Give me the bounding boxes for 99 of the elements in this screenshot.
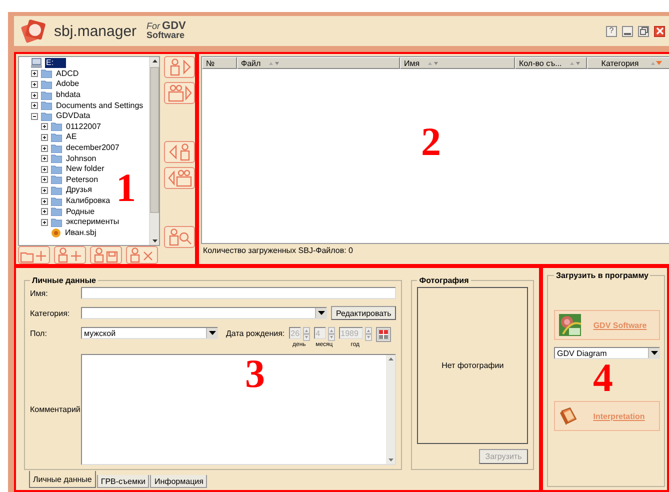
folder-icon (41, 101, 52, 110)
expander-icon[interactable] (41, 176, 48, 184)
tree-item[interactable]: New folder (65, 164, 106, 174)
close-icon (656, 27, 664, 35)
close-button[interactable] (654, 26, 665, 36)
folder-icon (51, 122, 62, 132)
tree-item[interactable]: GDVData (55, 111, 92, 122)
restore-button[interactable] (638, 26, 649, 36)
field-label: Категория: (30, 308, 71, 318)
tree-item[interactable]: Родные (65, 206, 96, 217)
tree-item[interactable]: Друзья (65, 185, 93, 196)
column-header[interactable]: Имя (400, 57, 515, 69)
folder-icon (51, 132, 62, 142)
edit-button[interactable]: Редактировать (331, 306, 396, 320)
file-icon (51, 228, 61, 238)
expander-icon[interactable] (41, 218, 48, 226)
tree-item[interactable]: 01122007 (65, 122, 102, 132)
tab[interactable]: Личные данные (29, 471, 96, 488)
scroll-up-icon[interactable] (150, 57, 158, 65)
tree-item[interactable]: Documents and Settings (55, 100, 144, 111)
scrollbar[interactable] (149, 57, 159, 245)
category-dropdown[interactable] (81, 307, 327, 319)
computer-icon (31, 58, 42, 68)
sort-icon (570, 60, 582, 66)
dropdown-arrow-icon (318, 311, 324, 315)
minimize-button[interactable] (622, 26, 633, 36)
expander-icon[interactable] (31, 92, 38, 99)
app-title: sbj.manager (54, 22, 137, 40)
expander-icon[interactable] (31, 80, 38, 88)
column-header[interactable]: Кол-во съ... (515, 57, 587, 69)
logo-icon (20, 18, 48, 44)
tree-item[interactable]: bhdata (55, 90, 82, 100)
brand-name: GDV (162, 22, 186, 31)
book-icon (559, 406, 579, 426)
tree-item[interactable]: ADCD (55, 68, 80, 79)
brand-software: Software (146, 31, 186, 40)
expander-icon[interactable] (41, 186, 48, 194)
sort-icon (428, 60, 440, 66)
status-text: Количество загруженных SBJ-Файлов: 0 (202, 245, 354, 257)
folder-icon (41, 80, 52, 89)
expander-icon[interactable] (41, 166, 48, 173)
folder-icon (51, 175, 62, 184)
tree-item[interactable]: эксперименты (65, 217, 120, 228)
tree-item[interactable]: Adobe (55, 79, 80, 90)
expander-icon[interactable] (41, 198, 48, 205)
tab[interactable]: Информация (150, 475, 208, 488)
folder-icon (51, 144, 62, 153)
brand-for: For (146, 22, 160, 31)
tree-item[interactable]: Johnson (65, 154, 98, 164)
restore-icon (640, 27, 648, 35)
annotation-number: 1 (116, 170, 136, 206)
folder-icon (51, 196, 62, 206)
expander-icon[interactable] (31, 70, 38, 78)
folder-icon (51, 154, 62, 164)
expander-icon[interactable] (41, 208, 48, 216)
tree-item[interactable]: Peterson (65, 174, 100, 185)
program-dropdown[interactable]: GDV Diagram (554, 347, 660, 359)
folder-icon (51, 218, 62, 227)
tab[interactable]: ГРВ-съемки (96, 475, 150, 488)
field-label: Пол: (30, 329, 48, 338)
expander-icon[interactable] (41, 134, 48, 141)
column-header[interactable]: Категория (587, 57, 669, 69)
expander-icon[interactable] (41, 123, 48, 130)
sort-icon (650, 60, 663, 66)
folder-icon (41, 69, 52, 78)
annotation-number: 4 (593, 360, 613, 396)
annotation-number: 2 (421, 124, 441, 160)
gender-dropdown[interactable]: мужской (81, 327, 218, 339)
tree-item[interactable]: AE (65, 132, 78, 142)
folder-icon (41, 90, 52, 100)
gdv-app-icon (559, 314, 581, 336)
expander-icon[interactable] (41, 144, 48, 152)
field-label: Имя: (30, 288, 49, 298)
dropdown-arrow-icon (650, 351, 658, 355)
expander-icon[interactable] (41, 155, 48, 162)
expander-icon[interactable] (31, 112, 38, 120)
tree-item[interactable]: december2007 (65, 143, 120, 154)
folder-icon (51, 164, 62, 174)
tree-item[interactable]: Иван.sbj (64, 228, 98, 238)
sort-icon (268, 60, 281, 66)
no-photo-text: Нет фотографии (442, 361, 504, 370)
help-button[interactable]: ? (606, 26, 617, 36)
tree-item[interactable]: E: (45, 58, 66, 68)
comment-field[interactable] (81, 354, 396, 465)
annotation-number: 3 (245, 356, 265, 392)
folder-icon (41, 112, 52, 121)
column-header[interactable]: Файл (237, 57, 400, 69)
dropdown-arrow-icon (208, 331, 216, 335)
folder-icon (51, 207, 62, 216)
tree-item[interactable]: Калибровка (65, 196, 112, 206)
field-label: Дата рождения: (226, 329, 285, 338)
calendar-button[interactable] (376, 327, 391, 342)
group-title: Загрузить в программу (555, 271, 650, 280)
group-title: Личные данные (31, 276, 97, 285)
name-field[interactable] (81, 287, 396, 299)
folder-icon (51, 186, 62, 195)
group-title: Фотография (418, 276, 470, 285)
expander-icon[interactable] (31, 102, 38, 110)
column-header[interactable]: № (202, 57, 237, 69)
